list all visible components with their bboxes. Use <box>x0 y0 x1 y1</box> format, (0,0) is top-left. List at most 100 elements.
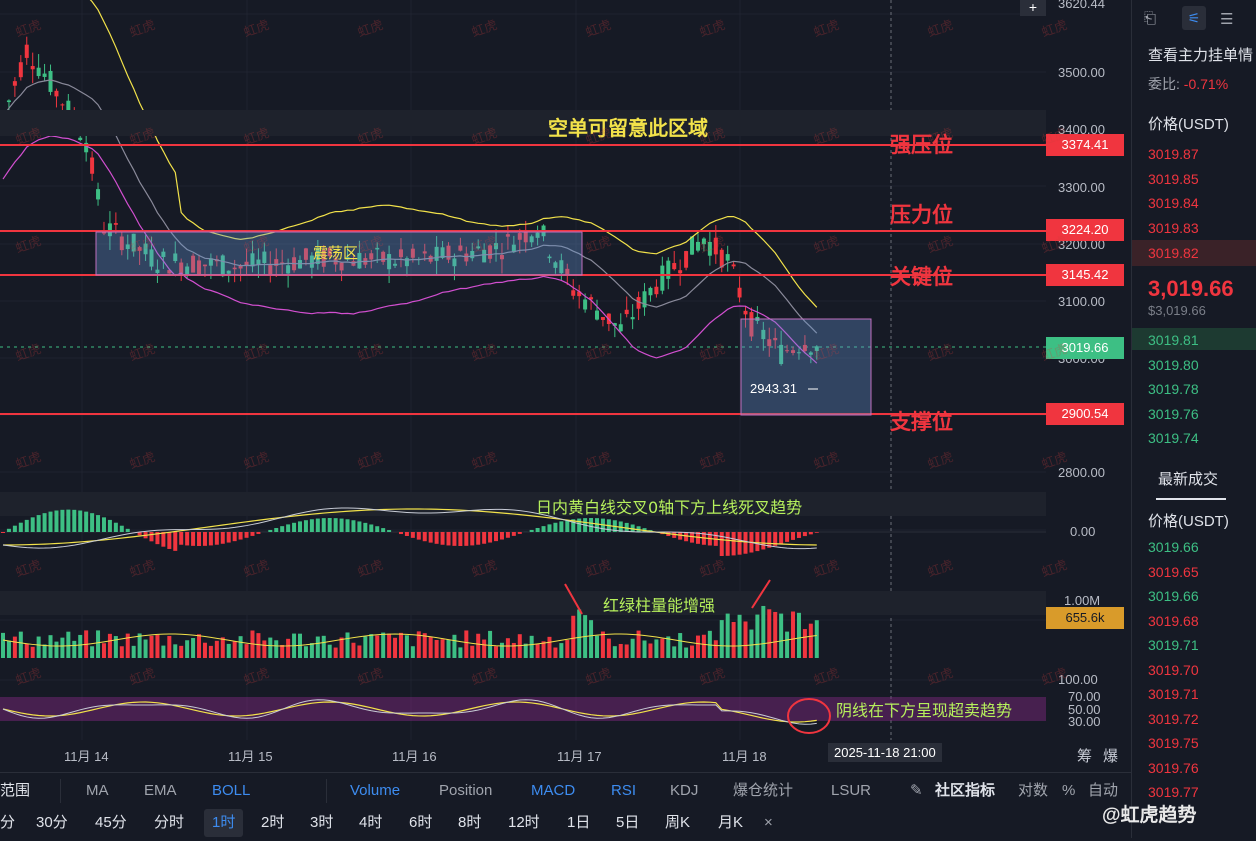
candle-body <box>19 62 23 77</box>
macd-histogram-bar <box>84 512 88 532</box>
percent-toggle[interactable]: % <box>1062 773 1075 809</box>
candle-body <box>625 310 629 314</box>
panel-collapse-icon[interactable]: ⎗ <box>1144 10 1156 27</box>
interval-item[interactable]: 8时 <box>458 805 481 841</box>
edit-icon[interactable]: ✎ <box>910 773 923 809</box>
macd-histogram-bar <box>292 523 296 532</box>
macd-histogram-bar <box>90 513 94 532</box>
macd-histogram-bar <box>221 532 225 544</box>
interval-item-active[interactable]: 1时 <box>204 809 243 837</box>
volume-bar <box>262 640 266 658</box>
macd-histogram-bar <box>387 530 391 532</box>
interval-item[interactable]: 45分 <box>95 805 127 841</box>
macd-histogram-bar <box>803 532 807 536</box>
book-view-icon[interactable]: ⚟ <box>1182 6 1206 30</box>
level-tag-key: 3145.42 <box>1046 264 1124 286</box>
trade-price: 3019.66 <box>1148 539 1199 555</box>
volume-bar <box>714 640 718 658</box>
time-label: 11月 18 <box>722 746 767 765</box>
indicator-position[interactable]: Position <box>439 773 492 809</box>
volume-bar <box>209 646 213 658</box>
indicator-lsur[interactable]: LSUR <box>831 773 871 809</box>
trade-price: 3019.72 <box>1148 711 1199 727</box>
volume-bar <box>423 633 427 658</box>
volume-bar <box>643 640 647 658</box>
volume-bar <box>660 639 664 658</box>
candle-body <box>619 324 623 331</box>
interval-item[interactable]: 5日 <box>616 805 639 841</box>
liquidation-icon[interactable]: 爆 <box>1103 745 1118 766</box>
volume-bar <box>203 643 207 658</box>
macd-histogram-bar <box>25 520 29 532</box>
interval-item[interactable]: 分 <box>0 805 15 841</box>
last-price-usd: $3,019.66 <box>1148 303 1206 318</box>
macd-histogram-bar <box>13 526 17 532</box>
candle-body <box>643 291 647 307</box>
axis-tick: 30.00 <box>1068 714 1101 729</box>
volume-bar <box>631 639 635 658</box>
macd-histogram-bar <box>72 510 76 532</box>
chips-icon[interactable]: 筹 <box>1077 745 1092 766</box>
volume-bar <box>381 633 385 658</box>
interval-item[interactable]: 12时 <box>508 805 540 841</box>
volume-bar <box>441 639 445 658</box>
macd-histogram-bar <box>126 529 130 532</box>
ask-price: 3019.87 <box>1148 146 1199 162</box>
volume-bar <box>565 640 569 658</box>
macd-histogram-bar <box>185 532 189 545</box>
macd-histogram-bar <box>351 520 355 532</box>
crosshair-add-icon[interactable]: + <box>1020 0 1046 16</box>
macd-histogram-bar <box>482 532 486 544</box>
interval-item[interactable]: 6时 <box>409 805 432 841</box>
interval-item[interactable]: 2时 <box>261 805 284 841</box>
interval-item[interactable]: 30分 <box>36 805 68 841</box>
indicator-liquidation[interactable]: 爆仓统计 <box>733 773 793 809</box>
candle-body <box>744 311 748 315</box>
volume-bar <box>803 629 807 658</box>
macd-histogram-bar <box>381 528 385 532</box>
macd-histogram-bar <box>553 523 557 532</box>
volume-bar <box>310 643 314 658</box>
order-book-title[interactable]: 查看主力挂单情 <box>1148 44 1253 65</box>
volume-bar <box>13 637 17 658</box>
indicator-ma[interactable]: MA <box>86 773 109 809</box>
volume-bar <box>476 634 480 658</box>
community-indicators[interactable]: 社区指标 <box>935 773 995 809</box>
volume-bar <box>500 643 504 658</box>
indicator-volume[interactable]: Volume <box>350 773 400 809</box>
volume-bar <box>482 640 486 658</box>
close-interval-icon[interactable]: × <box>764 805 773 841</box>
macd-histogram-bar <box>108 520 112 532</box>
interval-item[interactable]: 4时 <box>359 805 382 841</box>
volume-note: 红绿柱量能增强 <box>603 592 715 616</box>
volume-bar <box>191 638 195 658</box>
volume-bar <box>720 620 724 658</box>
volume-bar <box>316 637 320 658</box>
macd-histogram-bar <box>423 532 427 541</box>
volume-bar <box>179 646 183 658</box>
list-view-icon[interactable]: ☰ <box>1220 10 1233 28</box>
indicator-ema[interactable]: EMA <box>144 773 177 809</box>
bid-price: 3019.76 <box>1148 406 1199 422</box>
indicator-rsi[interactable]: RSI <box>611 773 636 809</box>
macd-histogram-bar <box>197 532 201 546</box>
volume-bar <box>547 637 551 658</box>
interval-item[interactable]: 周K <box>665 805 690 841</box>
trades-header: 价格(USDT) <box>1148 510 1229 531</box>
bid-price: 3019.78 <box>1148 381 1199 397</box>
interval-item[interactable]: 分时 <box>154 805 184 841</box>
log-scale-toggle[interactable]: 对数 <box>1018 773 1048 809</box>
axis-tick: 3620.44 <box>1058 0 1105 11</box>
volume-bar <box>233 642 237 658</box>
macd-histogram-bar <box>470 532 474 545</box>
interval-item[interactable]: 月K <box>718 805 743 841</box>
interval-item[interactable]: 3时 <box>310 805 333 841</box>
indicator-macd[interactable]: MACD <box>531 773 575 809</box>
low-price-label: 2943.31 <box>750 381 797 396</box>
trades-title[interactable]: 最新成交 <box>1158 468 1218 489</box>
range-button[interactable]: 范围 <box>0 773 30 809</box>
indicator-kdj[interactable]: KDJ <box>670 773 698 809</box>
macd-histogram-bar <box>755 532 759 551</box>
indicator-boll[interactable]: BOLL <box>212 773 250 809</box>
interval-item[interactable]: 1日 <box>567 805 590 841</box>
